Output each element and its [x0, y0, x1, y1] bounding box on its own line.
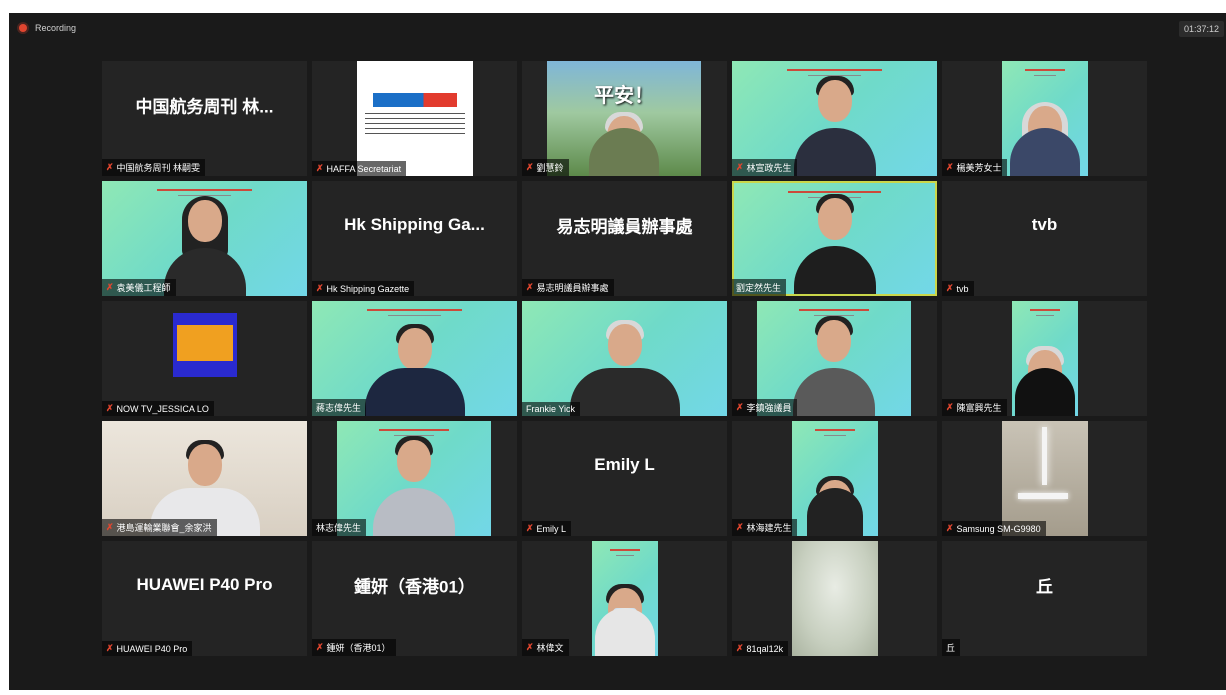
mic-muted-icon: ✗	[946, 162, 954, 172]
participant-video: 平安！	[547, 61, 701, 176]
mic-muted-icon: ✗	[106, 643, 114, 653]
mic-muted-icon: ✗	[106, 522, 114, 532]
participant-tile[interactable]: HUAWEI P40 Pro ✗ HUAWEI P40 Pro	[102, 541, 307, 656]
participant-name-display: tvb	[1031, 214, 1058, 234]
participant-tile[interactable]: 蔣志偉先生	[312, 301, 517, 416]
participant-name-display: 易志明議員辦事處	[556, 217, 693, 237]
participant-label: ✗ 李鎮強議員	[732, 399, 797, 416]
participant-tile[interactable]: ✗ 港島運輸業聯會_余家洪	[102, 421, 307, 536]
participant-tile[interactable]: Frankie Yick	[522, 301, 727, 416]
participant-label: 林志偉先生	[312, 519, 367, 536]
participant-video	[734, 183, 935, 294]
participant-label: ✗ 中国航务周刊 林嗣雯	[102, 159, 206, 176]
participant-tile[interactable]: 丘 丘	[942, 541, 1147, 656]
now-tv-logo	[172, 312, 237, 377]
mic-muted-icon: ✗	[526, 162, 534, 172]
participant-label: ✗ NOW TV_JESSICA LO	[102, 401, 214, 416]
participant-tile[interactable]: 鍾妍（香港01） ✗ 鍾妍（香港01）	[312, 541, 517, 656]
mic-muted-icon: ✗	[316, 642, 324, 652]
participant-label: ✗ Samsung SM-G9980	[942, 521, 1046, 536]
mic-muted-icon: ✗	[316, 283, 324, 293]
mic-muted-icon: ✗	[736, 643, 744, 653]
participant-label: ✗ 易志明議員辦事處	[522, 279, 614, 296]
recording-icon	[19, 24, 27, 32]
mic-muted-icon: ✗	[526, 282, 534, 292]
participant-video	[1002, 61, 1088, 176]
participant-label: ✗ 陳富興先生	[942, 399, 1007, 416]
participant-name-display: 中国航务周刊 林...	[135, 97, 274, 117]
video-overlay-text: 平安！	[594, 85, 654, 107]
participant-label: ✗ 袁美儀工程師	[102, 279, 176, 296]
participant-label: ✗ 楊美芳女士	[942, 159, 1007, 176]
mic-muted-icon: ✗	[946, 402, 954, 412]
participant-label: ✗ HAFFA Secretariat	[312, 161, 407, 176]
participant-label: 劉定然先生	[732, 279, 787, 296]
participant-label: ✗ Hk Shipping Gazette	[312, 281, 415, 296]
mic-muted-icon: ✗	[106, 162, 114, 172]
participant-tile[interactable]: ✗ 林海建先生	[732, 421, 937, 536]
mic-muted-icon: ✗	[736, 402, 744, 412]
participant-label: ✗ 81qal12k	[732, 641, 789, 656]
participant-tile[interactable]: ✗ 李鎮強議員	[732, 301, 937, 416]
participant-label: 蔣志偉先生	[312, 399, 367, 416]
participant-video	[592, 541, 658, 656]
participant-label: ✗ 林宣政先生	[732, 159, 797, 176]
participant-tile[interactable]: ✗ 袁美儀工程師	[102, 181, 307, 296]
participant-label: 丘	[942, 639, 961, 656]
participant-label: ✗ 港島運輸業聯會_余家洪	[102, 519, 217, 536]
participant-name-display: Emily L	[594, 454, 655, 474]
participant-tile[interactable]: Hk Shipping Ga... ✗ Hk Shipping Gazette	[312, 181, 517, 296]
participant-video	[792, 541, 878, 656]
participant-tile[interactable]: 中国航务周刊 林... ✗ 中国航务周刊 林嗣雯	[102, 61, 307, 176]
participant-tile[interactable]: 平安！ ✗ 劉慧鈴	[522, 61, 727, 176]
participant-video	[1012, 301, 1078, 416]
participant-tile[interactable]: 易志明議員辦事處 ✗ 易志明議員辦事處	[522, 181, 727, 296]
meeting-window: Recording 01:37:12 中国航务周刊 林... ✗ 中国航务周刊 林…	[9, 13, 1226, 690]
mic-muted-icon: ✗	[736, 522, 744, 532]
participant-tile[interactable]: ✗ 楊美芳女士	[942, 61, 1147, 176]
participant-label: ✗ tvb	[942, 281, 974, 296]
participant-video	[1002, 421, 1088, 536]
mic-muted-icon: ✗	[736, 162, 744, 172]
participant-tile[interactable]: ✗ NOW TV_JESSICA LO	[102, 301, 307, 416]
recording-indicator[interactable]: Recording	[19, 23, 76, 33]
participant-tile[interactable]: Emily L ✗ Emily L	[522, 421, 727, 536]
participant-tile[interactable]: ✗ 林宣政先生	[732, 61, 937, 176]
participant-video	[792, 421, 878, 536]
participant-tile[interactable]: tvb ✗ tvb	[942, 181, 1147, 296]
mic-muted-icon: ✗	[316, 163, 324, 173]
mic-muted-icon: ✗	[946, 283, 954, 293]
participant-tile[interactable]: ✗ HAFFA Secretariat	[312, 61, 517, 176]
participant-tile[interactable]: ✗ 林偉文	[522, 541, 727, 656]
mic-muted-icon: ✗	[106, 403, 114, 413]
participant-tile[interactable]: ✗ 81qal12k	[732, 541, 937, 656]
participant-name-display: Hk Shipping Ga...	[344, 214, 485, 234]
participant-label: ✗ 鍾妍（香港01）	[312, 639, 396, 656]
mic-muted-icon: ✗	[526, 642, 534, 652]
participant-label: ✗ 林海建先生	[732, 519, 797, 536]
mic-muted-icon: ✗	[526, 523, 534, 533]
mic-muted-icon: ✗	[106, 282, 114, 292]
haffa-logo	[356, 61, 473, 176]
participant-name-display: HUAWEI P40 Pro	[136, 574, 273, 594]
participant-label: ✗ HUAWEI P40 Pro	[102, 641, 193, 656]
recording-label: Recording	[35, 23, 77, 33]
participant-tile[interactable]: ✗ 陳富興先生	[942, 301, 1147, 416]
participant-label: Frankie Yick	[522, 402, 581, 416]
participant-label: ✗ Emily L	[522, 521, 572, 536]
mic-muted-icon: ✗	[946, 523, 954, 533]
meeting-timer: 01:37:12	[1178, 21, 1224, 37]
active-speaker-tile[interactable]: 劉定然先生	[732, 181, 937, 296]
participant-video	[522, 301, 727, 416]
participant-name-display: 鍾妍（香港01）	[354, 577, 475, 597]
participant-tile[interactable]: ✗ Samsung SM-G9980	[942, 421, 1147, 536]
participant-label: ✗ 劉慧鈴	[522, 159, 569, 176]
participant-name-display: 丘	[1036, 577, 1053, 597]
participant-tile[interactable]: 林志偉先生	[312, 421, 517, 536]
participant-label: ✗ 林偉文	[522, 639, 569, 656]
